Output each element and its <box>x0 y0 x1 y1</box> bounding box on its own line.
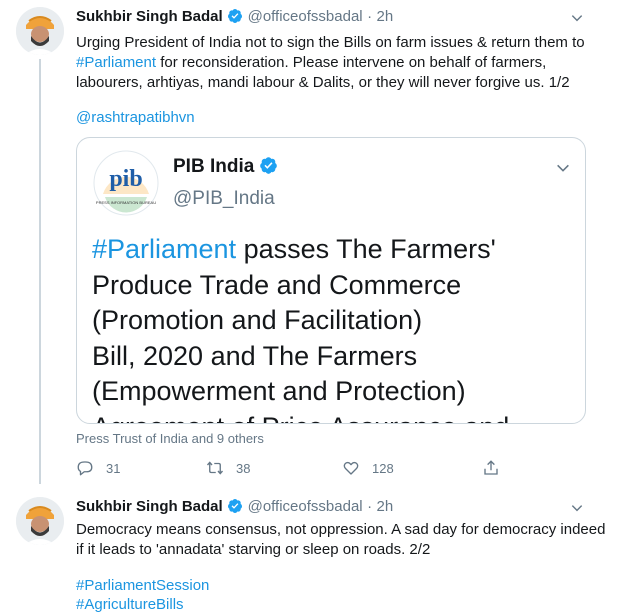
avatar-image <box>16 497 64 545</box>
avatar[interactable] <box>16 497 64 545</box>
tweet-text: Urging President of India not to sign th… <box>76 34 585 91</box>
pib-logo-image: pib PRESS INFORMATION BUREAU <box>93 150 159 216</box>
thread-line <box>39 59 41 484</box>
mention-link[interactable]: @rashtrapatibhvn <box>76 108 195 128</box>
retweeted-by[interactable]: Press Trust of India and 9 others <box>76 431 264 446</box>
separator-dot: · <box>367 498 373 515</box>
hashtag-link[interactable]: #AgricultureBills <box>76 595 184 615</box>
separator-dot: · <box>367 8 373 25</box>
pib-logo: pib PRESS INFORMATION BUREAU <box>93 150 159 216</box>
author-handle[interactable]: @officeofssbadal <box>248 498 363 515</box>
tweet-text: Democracy means consensus, not oppressio… <box>76 521 606 558</box>
retweet-count: 38 <box>236 460 251 476</box>
tweet-header: Sukhbir Singh Badal @officeofssbadal · 2… <box>76 498 393 516</box>
hashtag-link[interactable]: #Parliament <box>92 234 236 264</box>
chevron-down-icon[interactable] <box>570 501 584 515</box>
quoted-tweet-card[interactable]: pib PRESS INFORMATION BUREAU PIB India @… <box>76 137 586 424</box>
share-icon <box>484 460 498 475</box>
hashtag-link[interactable]: #Parliament <box>76 54 156 71</box>
reply-button[interactable]: 31 <box>76 459 120 477</box>
author-name[interactable]: Sukhbir Singh Badal <box>76 8 223 25</box>
tweet-time[interactable]: 2h <box>377 498 394 515</box>
tweet-time[interactable]: 2h <box>377 8 394 25</box>
hashtag-link[interactable]: #ParliamentSession <box>76 576 209 596</box>
like-count: 128 <box>372 460 394 476</box>
quoted-header: PIB India <box>173 156 278 178</box>
quoted-tweet-text: #Parliament passes The Farmers' Produce … <box>92 234 509 423</box>
chevron-down-icon[interactable] <box>555 160 571 176</box>
quoted-author-name[interactable]: PIB India <box>173 156 254 177</box>
like-button[interactable]: 128 <box>342 459 394 477</box>
retweet-icon <box>206 461 224 475</box>
pib-logo-text: pib <box>109 166 142 192</box>
reply-count: 31 <box>106 460 121 476</box>
verified-badge-icon <box>228 499 243 513</box>
avatar[interactable] <box>16 7 64 55</box>
reply-icon <box>77 461 93 476</box>
author-name[interactable]: Sukhbir Singh Badal <box>76 498 223 515</box>
share-button[interactable] <box>482 459 500 477</box>
quoted-author-handle[interactable]: @PIB_India <box>173 188 275 210</box>
chevron-down-icon[interactable] <box>570 11 584 25</box>
verified-badge-icon <box>259 157 277 174</box>
pib-logo-caption: PRESS INFORMATION BUREAU <box>96 200 156 205</box>
retweet-button[interactable]: 38 <box>206 459 250 477</box>
avatar-image <box>16 7 64 55</box>
verified-badge-icon <box>228 9 243 23</box>
like-icon <box>343 461 359 475</box>
tweet-header: Sukhbir Singh Badal @officeofssbadal · 2… <box>76 8 393 26</box>
author-handle[interactable]: @officeofssbadal <box>248 8 363 25</box>
